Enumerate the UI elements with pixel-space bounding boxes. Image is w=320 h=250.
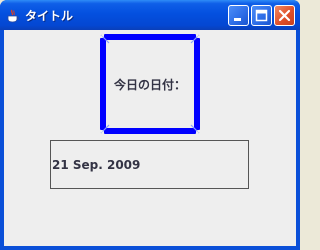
title-bar[interactable]: タイトル <box>0 0 300 30</box>
minimize-icon <box>234 18 241 21</box>
date-label-frame: 今日の日付： <box>100 34 200 134</box>
app-window: タイトル 今日の日付： 21 Sep. 2009 <box>0 0 300 250</box>
maximize-icon <box>255 9 268 22</box>
window-title: タイトル <box>25 9 74 23</box>
minimize-button[interactable] <box>228 5 249 26</box>
content-pane: 今日の日付： 21 Sep. 2009 <box>4 30 296 246</box>
close-button[interactable] <box>274 5 295 26</box>
maximize-button[interactable] <box>251 5 272 26</box>
date-value: 21 Sep. 2009 <box>52 157 141 172</box>
close-icon <box>278 9 291 22</box>
date-label: 今日の日付： <box>113 77 186 92</box>
java-cup-icon[interactable] <box>6 8 20 23</box>
date-display: 21 Sep. 2009 <box>50 140 249 189</box>
